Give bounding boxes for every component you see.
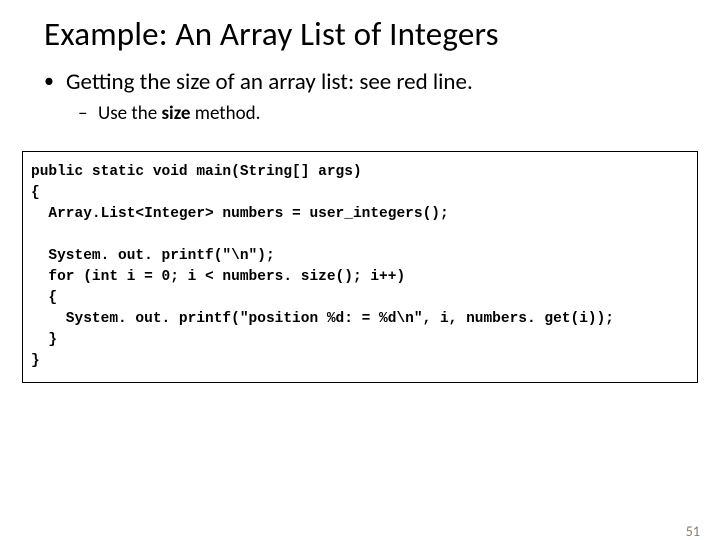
code-line: for (int i = 0; i < numbers. size(); i++…	[31, 269, 405, 285]
code-line: System. out. printf("\n");	[31, 248, 275, 264]
code-line: {	[31, 185, 40, 201]
code-block: public static void main(String[] args) {…	[22, 151, 698, 383]
bullet-2-pre: Use the	[98, 102, 161, 125]
slide: Example: An Array List of Integers • Get…	[0, 14, 720, 540]
bullet-2-bold: size	[161, 102, 190, 125]
code-line: }	[31, 332, 57, 348]
page-number: 51	[686, 523, 700, 540]
code-line: public static void main(String[] args)	[31, 164, 362, 180]
bullet-dot-icon: •	[44, 68, 66, 94]
bullet-level-2: – Use the size method.	[78, 102, 676, 125]
code-line: Array.List<Integer> numbers = user_integ…	[31, 206, 449, 222]
code-line: System. out. printf("position %d: = %d\n…	[31, 311, 614, 327]
bullet-2-post: method.	[190, 102, 260, 125]
slide-title: Example: An Array List of Integers	[44, 14, 720, 54]
code-line: {	[31, 290, 57, 306]
code-line: }	[31, 353, 40, 369]
bullet-1-text: Getting the size of an array list: see r…	[66, 68, 473, 96]
bullet-dash-icon: –	[78, 102, 98, 125]
bullet-list: • Getting the size of an array list: see…	[44, 68, 676, 125]
bullet-2-text: Use the size method.	[98, 102, 260, 125]
bullet-level-1: • Getting the size of an array list: see…	[44, 68, 676, 96]
